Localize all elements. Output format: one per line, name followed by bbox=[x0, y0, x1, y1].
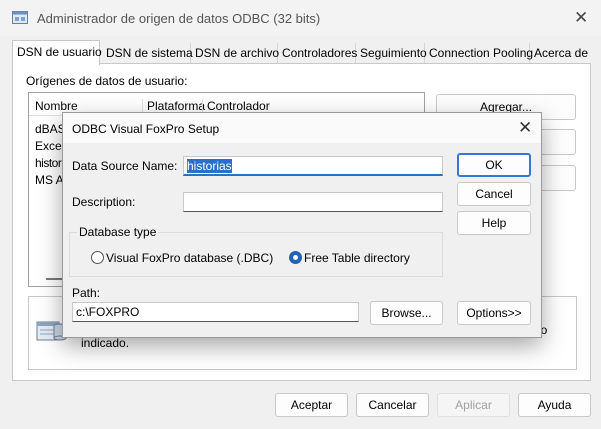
dialog-title: ODBC Visual FoxPro Setup bbox=[72, 122, 220, 136]
accept-button[interactable]: Aceptar bbox=[275, 393, 348, 417]
odbc-admin-icon bbox=[12, 11, 28, 24]
dsn-label: Data Source Name: bbox=[72, 159, 178, 173]
tab-strip: DSN de usuario DSN de sistema DSN de arc… bbox=[12, 40, 601, 65]
column-header-controlador[interactable]: Controlador bbox=[202, 99, 270, 113]
info-text: indicado. bbox=[81, 336, 130, 350]
radio-dbc[interactable] bbox=[91, 251, 104, 264]
main-title-bar: Administrador de origen de datos ODBC (3… bbox=[0, 0, 601, 36]
radio-dbc-label[interactable]: Visual FoxPro database (.DBC) bbox=[106, 251, 273, 265]
dialog-cancel-button[interactable]: Cancel bbox=[457, 182, 531, 206]
list-item[interactable]: Excel bbox=[35, 139, 64, 153]
window-title: Administrador de origen de datos ODBC (3… bbox=[37, 11, 321, 26]
apply-button[interactable]: Aplicar bbox=[437, 393, 510, 417]
close-icon[interactable]: ✕ bbox=[518, 118, 532, 138]
tab-connection-pooling[interactable]: Connection Pooling bbox=[425, 43, 533, 63]
tab-dsn-archivo[interactable]: DSN de archivo bbox=[191, 43, 279, 63]
browse-button[interactable]: Browse... bbox=[370, 301, 443, 325]
tab-dsn-sistema[interactable]: DSN de sistema bbox=[102, 43, 193, 63]
dialog-title-bar: ODBC Visual FoxPro Setup ✕ bbox=[63, 113, 541, 143]
tab-acerca-de[interactable]: Acerca de bbox=[530, 43, 601, 63]
column-header-nombre[interactable]: Nombre bbox=[35, 99, 78, 113]
column-header-plataforma[interactable]: Plataforma bbox=[142, 99, 205, 113]
tab-controladores[interactable]: Controladores bbox=[278, 43, 357, 63]
tab-dsn-usuario[interactable]: DSN de usuario bbox=[12, 40, 102, 65]
ok-button[interactable]: OK bbox=[457, 153, 531, 177]
help-button[interactable]: Ayuda bbox=[518, 393, 591, 417]
sources-label: Orígenes de datos de usuario: bbox=[26, 74, 188, 88]
path-input[interactable]: c:\FOXPRO bbox=[72, 302, 359, 322]
dsn-input[interactable]: historias bbox=[183, 156, 443, 176]
foxpro-setup-dialog: ODBC Visual FoxPro Setup ✕ Data Source N… bbox=[62, 112, 542, 338]
path-label: Path: bbox=[72, 286, 101, 300]
options-button[interactable]: Options>> bbox=[457, 301, 531, 325]
cancel-button[interactable]: Cancelar bbox=[356, 393, 429, 417]
close-icon[interactable]: ✕ bbox=[574, 9, 588, 27]
database-type-label: Database type bbox=[77, 225, 159, 239]
radio-free-table-label[interactable]: Free Table directory bbox=[304, 251, 410, 265]
dsn-value: historias bbox=[187, 159, 232, 173]
dialog-help-button[interactable]: Help bbox=[457, 211, 531, 235]
description-label: Description: bbox=[72, 195, 136, 209]
radio-free-table[interactable] bbox=[289, 251, 302, 264]
tab-seguimiento[interactable]: Seguimiento bbox=[356, 43, 427, 63]
description-input[interactable] bbox=[183, 192, 443, 212]
